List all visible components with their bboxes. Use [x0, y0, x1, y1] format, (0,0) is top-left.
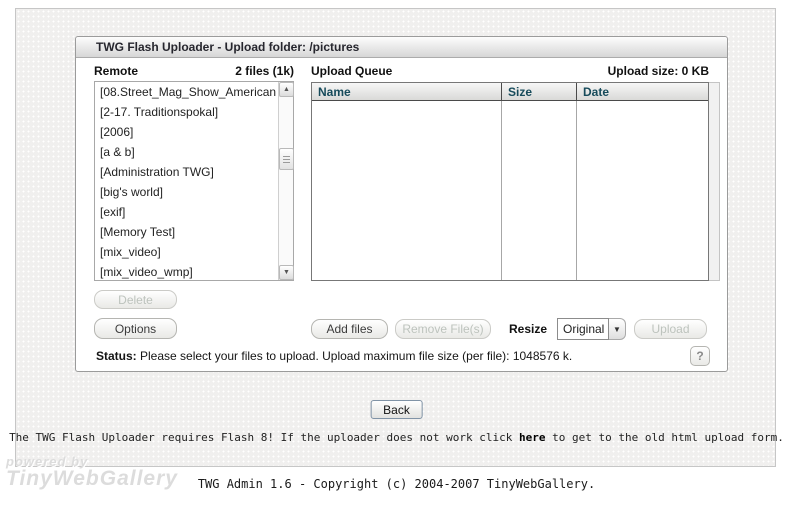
- folder-list-items: [08.Street_Mag_Show_American [2-17. Trad…: [95, 82, 278, 280]
- delete-button[interactable]: Delete: [94, 290, 177, 309]
- remove-files-button[interactable]: Remove File(s): [395, 319, 491, 339]
- status-message: Please select your files to upload. Uplo…: [137, 349, 573, 363]
- back-button[interactable]: Back: [370, 400, 423, 419]
- status-label: Status:: [96, 349, 137, 363]
- upload-size-label: Upload size: 0 KB: [608, 64, 709, 78]
- scrollbar-grip-icon: [283, 156, 290, 163]
- queue-table-header: Name Size Date: [312, 83, 708, 101]
- remote-file-count: 2 files (1k): [235, 64, 294, 78]
- column-header-name[interactable]: Name: [312, 83, 502, 100]
- upload-queue-table: Name Size Date: [311, 82, 709, 281]
- help-button[interactable]: ?: [690, 346, 710, 366]
- copyright-text: TWG Admin 1.6 - Copyright (c) 2004-2007 …: [0, 477, 793, 491]
- page: TWG Flash Uploader - Upload folder: /pic…: [0, 0, 793, 507]
- folder-item[interactable]: [a & b]: [95, 142, 278, 162]
- uploader-dialog: TWG Flash Uploader - Upload folder: /pic…: [75, 36, 728, 372]
- resize-dropdown-value[interactable]: Original: [557, 318, 609, 340]
- flash-notice: The TWG Flash Uploader requires Flash 8!…: [0, 431, 793, 444]
- upload-queue-label: Upload Queue: [311, 64, 392, 78]
- old-form-link[interactable]: here: [519, 431, 546, 444]
- scroll-down-icon[interactable]: ▼: [279, 265, 294, 280]
- column-header-size[interactable]: Size: [502, 83, 577, 100]
- remote-header-row: Remote 2 files (1k): [94, 64, 294, 78]
- remote-folder-list: [08.Street_Mag_Show_American [2-17. Trad…: [94, 81, 294, 281]
- add-files-button[interactable]: Add files: [311, 319, 388, 339]
- scrollbar-thumb[interactable]: [279, 148, 294, 170]
- dialog-title: TWG Flash Uploader - Upload folder: /pic…: [76, 37, 727, 58]
- upload-button[interactable]: Upload: [634, 319, 707, 339]
- options-button[interactable]: Options: [94, 318, 177, 339]
- chevron-down-icon[interactable]: ▼: [609, 318, 626, 340]
- list-scrollbar[interactable]: ▲ ▼: [278, 82, 293, 280]
- scroll-up-icon[interactable]: ▲: [279, 82, 294, 97]
- folder-item[interactable]: [mix_video_wmp]: [95, 262, 278, 280]
- column-divider: [501, 101, 502, 280]
- folder-item[interactable]: [Memory Test]: [95, 222, 278, 242]
- folder-item[interactable]: [mix_video]: [95, 242, 278, 262]
- remote-label: Remote: [94, 64, 138, 78]
- resize-dropdown[interactable]: Original ▼: [557, 318, 626, 340]
- folder-item[interactable]: [08.Street_Mag_Show_American: [95, 82, 278, 102]
- notice-text-before: The TWG Flash Uploader requires Flash 8!…: [9, 431, 519, 444]
- queue-scrollbar-track: [709, 82, 720, 281]
- folder-item[interactable]: [2-17. Traditionspokal]: [95, 102, 278, 122]
- folder-item[interactable]: [2006]: [95, 122, 278, 142]
- column-divider: [576, 101, 577, 280]
- folder-item[interactable]: [big's world]: [95, 182, 278, 202]
- folder-item[interactable]: [exif]: [95, 202, 278, 222]
- column-header-date[interactable]: Date: [577, 83, 708, 100]
- resize-label: Resize: [509, 322, 547, 336]
- notice-text-after: to get to the old html upload form.: [546, 431, 784, 444]
- folder-item[interactable]: [Administration TWG]: [95, 162, 278, 182]
- queue-table-body: [312, 101, 708, 280]
- queue-header-row: Upload Queue Upload size: 0 KB: [311, 64, 709, 78]
- status-line: Status: Please select your files to uplo…: [96, 349, 676, 363]
